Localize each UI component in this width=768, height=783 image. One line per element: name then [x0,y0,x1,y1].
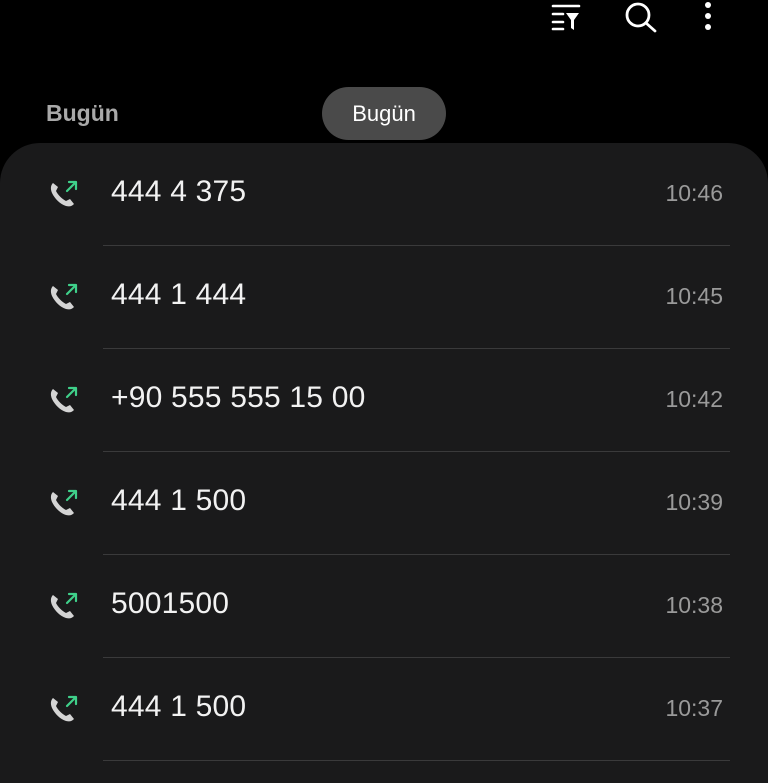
call-number: 444 1 500 [111,690,247,723]
call-row[interactable]: 444 1 500 10:37 [0,658,768,761]
call-time: 10:46 [665,180,723,206]
call-number: 5001500 [111,587,230,620]
call-number: +90 555 555 15 00 [111,381,366,414]
call-time: 10:38 [665,592,723,618]
call-number: 444 1 444 [111,278,247,311]
call-time: 10:39 [665,489,723,515]
top-toolbar [0,0,768,40]
call-row[interactable]: 444 1 444 10:45 [0,246,768,349]
outgoing-call-icon [50,386,78,413]
outgoing-call-icon [50,592,78,619]
divider [103,760,730,761]
call-row[interactable]: 5001500 10:38 [0,555,768,658]
outgoing-call-icon [50,283,78,310]
call-log-card: 444 4 375 10:46 444 1 444 10:45 +90 555 … [0,143,768,783]
outgoing-call-icon [50,695,78,722]
call-time: 10:42 [665,386,723,412]
call-row[interactable]: 444 4 375 10:46 [0,143,768,246]
call-row[interactable]: 444 1 500 10:39 [0,452,768,555]
date-chip: Bugün [322,87,446,140]
more-options-icon[interactable] [688,0,728,34]
section-header-today: Bugün [46,100,119,126]
call-time: 10:45 [665,283,723,309]
call-number: 444 1 500 [111,484,247,517]
call-number: 444 4 375 [111,175,247,208]
outgoing-call-icon [50,180,78,207]
filter-icon[interactable] [546,0,586,34]
call-time: 10:37 [665,695,723,721]
call-row[interactable]: +90 555 555 15 00 10:42 [0,349,768,452]
search-icon[interactable] [621,0,661,34]
outgoing-call-icon [50,489,78,516]
